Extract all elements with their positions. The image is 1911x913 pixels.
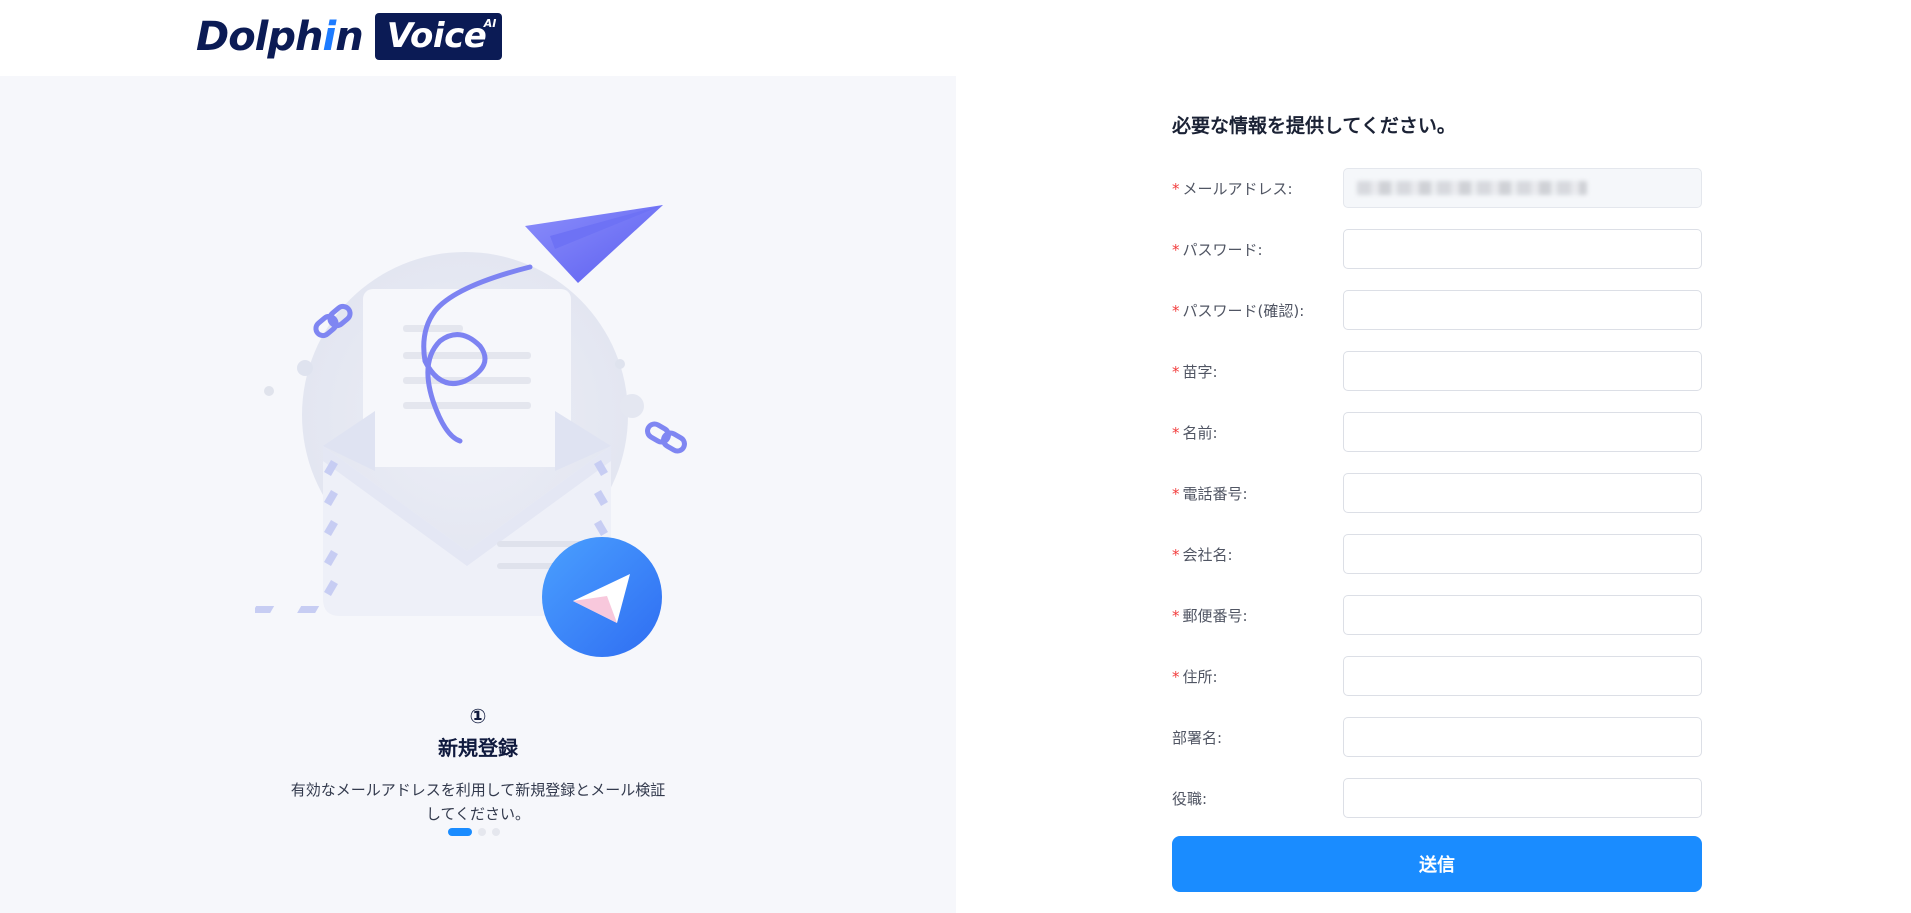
company-label: * 会社名: xyxy=(1172,545,1233,564)
required-mark: * xyxy=(1172,362,1180,381)
onboarding-panel: ① 新規登録 有効なメールアドレスを利用して新規登録とメール検証してください。 xyxy=(0,76,956,913)
password-label: * パスワード: xyxy=(1172,240,1263,259)
form-row-last-name: * 苗字: xyxy=(1172,351,1702,391)
email-label: * メールアドレス: xyxy=(1172,179,1293,198)
email-field[interactable] xyxy=(1343,168,1702,208)
form-row-password: * パスワード: xyxy=(1172,229,1702,269)
address-label: * 住所: xyxy=(1172,667,1218,686)
password-confirm-label: * パスワード(確認): xyxy=(1172,301,1305,320)
required-mark: * xyxy=(1172,606,1180,625)
required-mark: * xyxy=(1172,667,1180,686)
logo-ai-text: AI xyxy=(483,17,497,30)
job-title-field[interactable] xyxy=(1343,778,1702,818)
dolphin-voice-logo[interactable]: Dolphin Voice AI xyxy=(196,13,503,60)
last-name-label: * 苗字: xyxy=(1172,362,1218,381)
password-confirm-field[interactable] xyxy=(1343,290,1702,330)
department-label: 部署名: xyxy=(1172,728,1223,747)
required-mark: * xyxy=(1172,484,1180,503)
form-row-first-name: * 名前: xyxy=(1172,412,1702,452)
required-mark: * xyxy=(1172,301,1180,320)
email-value-redacted xyxy=(1357,181,1587,195)
carousel-dot-2[interactable] xyxy=(478,828,486,836)
form-row-password-confirm: * パスワード(確認): xyxy=(1172,290,1702,330)
carousel-dot-1[interactable] xyxy=(448,828,472,836)
step-description: 有効なメールアドレスを利用して新規登録とメール検証してください。 xyxy=(290,781,666,823)
carousel-indicator xyxy=(448,828,500,836)
submit-button[interactable]: 送信 xyxy=(1172,836,1702,892)
form-heading: 必要な情報を提供してください。 xyxy=(1172,115,1456,137)
form-row-job-title: 役職: xyxy=(1172,778,1702,818)
required-mark: * xyxy=(1172,423,1180,442)
form-row-phone: * 電話番号: xyxy=(1172,473,1702,513)
address-field[interactable] xyxy=(1343,656,1702,696)
password-field[interactable] xyxy=(1343,229,1702,269)
header: Dolphin Voice AI xyxy=(0,0,1911,76)
required-mark: * xyxy=(1172,545,1180,564)
department-field[interactable] xyxy=(1343,717,1702,757)
step-number: ① xyxy=(469,704,487,728)
required-mark: * xyxy=(1172,240,1180,259)
form-row-address: * 住所: xyxy=(1172,656,1702,696)
logo-dolphin-text: Dolphin xyxy=(196,13,364,60)
postal-code-field[interactable] xyxy=(1343,595,1702,635)
company-field[interactable] xyxy=(1343,534,1702,574)
email-envelope-illustration xyxy=(255,205,687,657)
first-name-field[interactable] xyxy=(1343,412,1702,452)
form-row-email: * メールアドレス: xyxy=(1172,168,1702,208)
logo-voice-text: Voice xyxy=(386,16,487,56)
logo-voice-badge: Voice AI xyxy=(374,13,503,60)
required-mark: * xyxy=(1172,179,1180,198)
postal-code-label: * 郵便番号: xyxy=(1172,606,1248,625)
form-row-department: 部署名: xyxy=(1172,717,1702,757)
phone-label: * 電話番号: xyxy=(1172,484,1248,503)
form-row-postal-code: * 郵便番号: xyxy=(1172,595,1702,635)
phone-field[interactable] xyxy=(1343,473,1702,513)
carousel-dot-3[interactable] xyxy=(492,828,500,836)
first-name-label: * 名前: xyxy=(1172,423,1218,442)
form-row-company: * 会社名: xyxy=(1172,534,1702,574)
last-name-field[interactable] xyxy=(1343,351,1702,391)
job-title-label: 役職: xyxy=(1172,789,1208,808)
step-title: 新規登録 xyxy=(438,736,518,760)
